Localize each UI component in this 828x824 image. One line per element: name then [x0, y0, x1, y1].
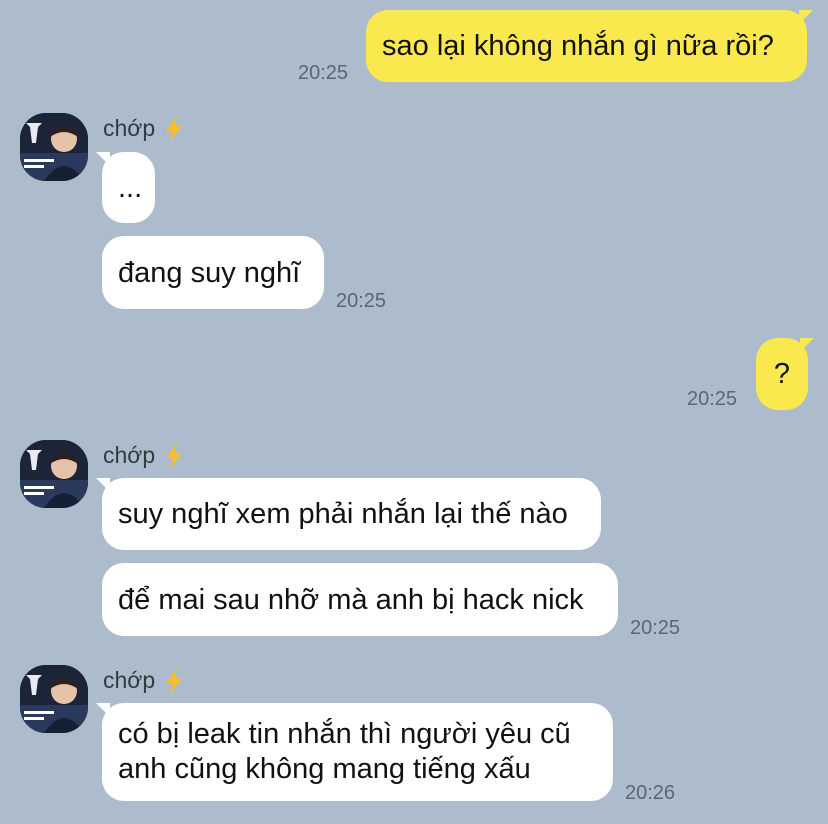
message-time: 20:26 — [625, 782, 676, 804]
sender-name: chớp — [103, 115, 185, 142]
contact-avatar[interactable] — [20, 440, 88, 508]
incoming-message-bubble[interactable]: để mai sau nhỡ mà anh bị hack nick — [102, 563, 618, 636]
outgoing-message-bubble[interactable]: sao lại không nhắn gì nữa rồi? — [366, 10, 807, 82]
message-time: 20:25 — [298, 62, 349, 84]
incoming-message-bubble[interactable]: đang suy nghĩ — [102, 236, 324, 309]
avatar-image — [20, 113, 88, 181]
bubble-tail — [800, 338, 814, 352]
message-time: 20:25 — [336, 290, 387, 312]
message-text: để mai sau nhỡ mà anh bị hack nick — [118, 583, 584, 616]
sender-name: chớp — [103, 667, 185, 694]
lightning-icon — [166, 442, 183, 469]
message-text: ? — [773, 358, 791, 390]
bubble-tail — [96, 478, 110, 492]
incoming-message-bubble[interactable]: suy nghĩ xem phải nhắn lại thế nào — [102, 478, 601, 550]
lightning-icon — [166, 115, 183, 142]
message-text: suy nghĩ xem phải nhắn lại thế nào — [118, 498, 568, 530]
bubble-tail — [96, 703, 110, 717]
message-time: 20:25 — [630, 617, 681, 639]
message-time: 20:25 — [687, 388, 738, 410]
contact-avatar[interactable] — [20, 665, 88, 733]
lightning-icon — [166, 667, 183, 694]
message-text: sao lại không nhắn gì nữa rồi? — [382, 30, 774, 62]
message-text: có bị leak tin nhắn thì người yêu cũ anh… — [118, 718, 571, 785]
avatar-image — [20, 665, 88, 733]
incoming-message-bubble[interactable]: có bị leak tin nhắn thì người yêu cũ anh… — [102, 703, 613, 801]
message-text: ... — [118, 171, 143, 204]
bubble-tail — [96, 152, 110, 166]
bubble-tail — [799, 10, 813, 24]
contact-avatar[interactable] — [20, 113, 88, 181]
message-text: đang suy nghĩ — [118, 256, 301, 289]
avatar-image — [20, 440, 88, 508]
sender-name: chớp — [103, 442, 185, 469]
